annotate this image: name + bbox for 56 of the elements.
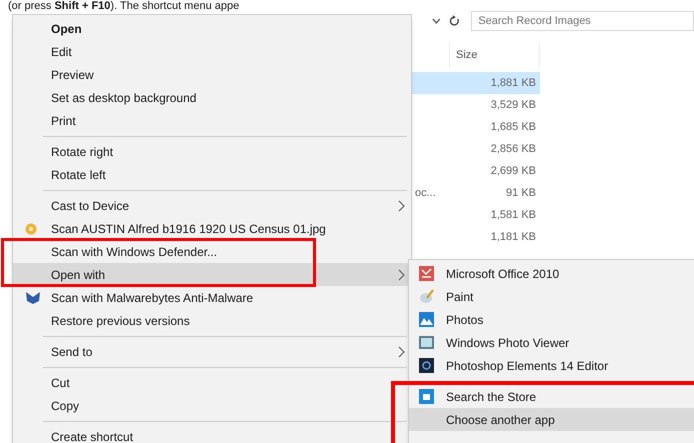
menu-item[interactable]: Preview [13, 63, 411, 86]
file-name: oc... [414, 186, 436, 201]
file-size: 1,181 KB [490, 230, 536, 245]
chevron-right-icon [398, 200, 405, 212]
chevron-down-icon [432, 18, 441, 24]
file-size: 2,699 KB [490, 164, 536, 179]
menu-item[interactable]: Rotate left [13, 163, 411, 186]
menu-item[interactable]: Open [13, 17, 411, 40]
file-row[interactable]: 1,881 KB [412, 72, 540, 94]
submenu-item[interactable]: Windows Photo Viewer [409, 331, 694, 354]
shield-icon [25, 290, 41, 304]
submenu-item[interactable]: Photos [409, 308, 694, 331]
file-row[interactable]: 1,581 KB [412, 204, 540, 226]
menu-item[interactable]: Create shortcut [13, 425, 411, 443]
photos-icon [419, 312, 434, 327]
menu-item[interactable]: Copy [13, 394, 411, 417]
menu-item[interactable]: Cut [13, 371, 411, 394]
menu-item[interactable]: Rotate right [13, 140, 411, 163]
office-app-icon [419, 266, 434, 281]
disc-icon [25, 222, 37, 234]
editor-app-icon [419, 358, 434, 373]
file-row[interactable]: oc... 91 KB [412, 182, 540, 204]
submenu-item[interactable]: Photoshop Elements 14 Editor [409, 354, 694, 377]
file-row[interactable]: 1,181 KB [412, 226, 540, 248]
submenu-item[interactable]: Microsoft Office 2010 [409, 262, 694, 285]
search-field[interactable]: Search Record Images [471, 11, 694, 31]
chevron-right-icon [398, 346, 405, 358]
menu-item[interactable]: Cast to Device [13, 194, 411, 217]
file-size: 91 KB [506, 186, 536, 201]
menu-item[interactable]: Print [13, 109, 411, 132]
file-size: 1,581 KB [490, 208, 536, 223]
file-size: 1,881 KB [490, 76, 536, 91]
caption-text: (or press Shift + F10). The shortcut menu appe [8, 0, 240, 13]
file-row[interactable]: 2,856 KB [412, 138, 540, 160]
paint-palette-icon [419, 289, 434, 304]
chevron-right-icon [398, 268, 405, 280]
store-icon [419, 389, 434, 404]
file-size: 1,685 KB [490, 120, 536, 135]
submenu-item[interactable]: Search the Store [409, 385, 694, 408]
submenu-item[interactable]: Choose another app [409, 408, 694, 431]
menu-item[interactable]: Open with [13, 263, 411, 286]
menu-item[interactable]: Edit [13, 40, 411, 63]
menu-item[interactable]: Set as desktop background [13, 86, 411, 109]
submenu-item[interactable]: Paint [409, 285, 694, 308]
refresh-icon [448, 15, 460, 27]
file-row[interactable]: 1,685 KB [412, 116, 540, 138]
menu-item[interactable]: Scan AUSTIN Alfred b1916 1920 US Census 01.jpg [13, 217, 411, 240]
file-size: 3,529 KB [490, 98, 536, 113]
file-row[interactable]: 3,529 KB [412, 94, 540, 116]
menu-item[interactable]: Send to [13, 340, 411, 363]
photo-viewer-icon [419, 336, 434, 349]
menu-item[interactable]: Scan with Malwarebytes Anti-Malware [13, 286, 411, 309]
file-row[interactable]: 2,699 KB [412, 160, 540, 182]
file-size: 2,856 KB [490, 142, 536, 157]
column-header[interactable]: Size [449, 42, 540, 68]
menu-item[interactable]: Restore previous versions [13, 309, 411, 332]
